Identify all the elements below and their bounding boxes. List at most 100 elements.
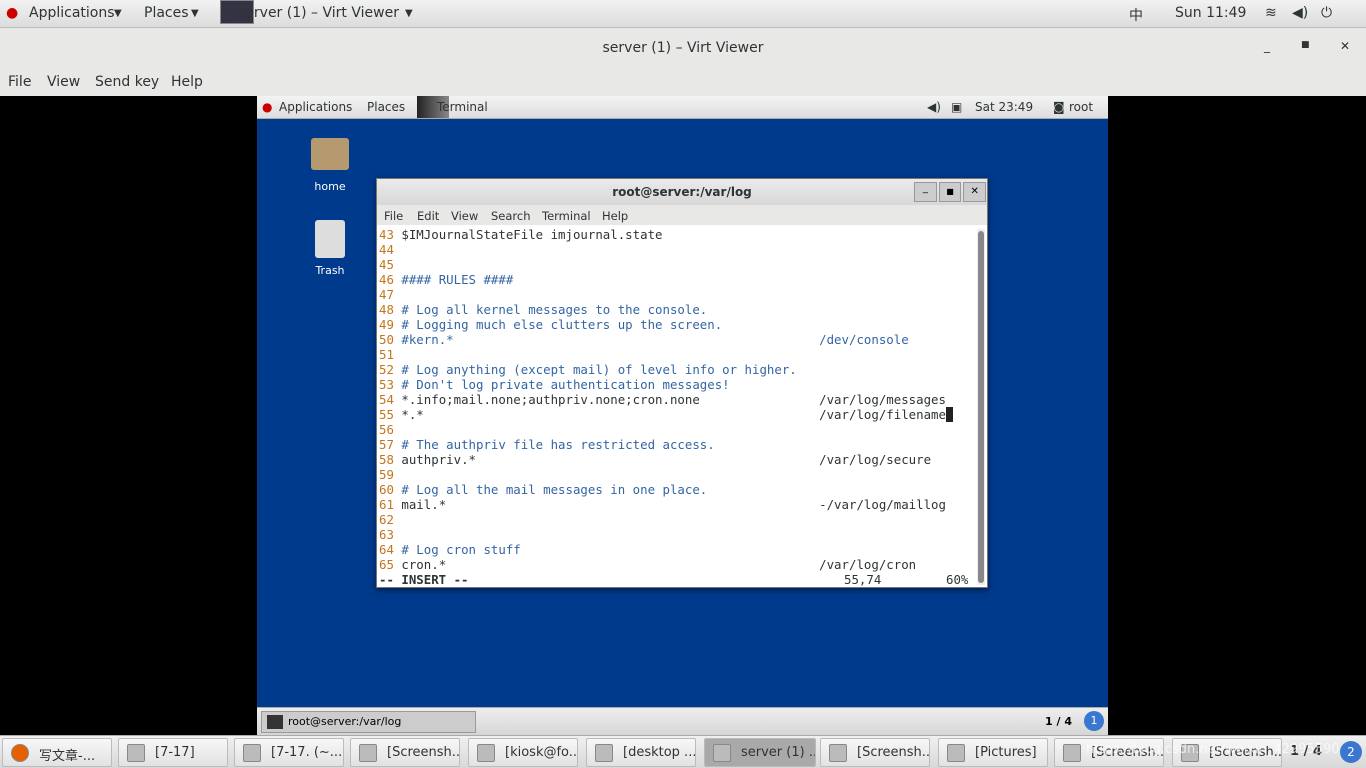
editor-line: 47	[379, 287, 975, 302]
taskbar-item-label: [kiosk@fo...	[505, 745, 578, 760]
taskbar-item[interactable]: [Screensh...	[1172, 738, 1282, 767]
window-menu[interactable]: server (1) – Virt Viewer	[238, 5, 399, 21]
volume-icon[interactable]: ◀)	[927, 100, 941, 114]
menu-help[interactable]: Help	[171, 74, 203, 90]
line-number: 65	[379, 557, 394, 572]
redhat-icon: ●	[6, 5, 19, 21]
app-icon	[477, 744, 495, 762]
minimize-button[interactable]: _	[1264, 39, 1270, 53]
taskbar-item[interactable]: [desktop ...	[586, 738, 696, 767]
line-text: # Don't log private authentication messa…	[401, 377, 730, 392]
taskbar-item[interactable]: [Screensh...	[820, 738, 930, 767]
menu-view[interactable]: View	[47, 74, 80, 90]
editor-line: 51	[379, 347, 975, 362]
desktop-icon-home[interactable]: home	[300, 138, 360, 193]
taskbar-item-label: [7-17. (~...	[271, 745, 343, 760]
vim-editor[interactable]: 43 $IMJournalStateFile imjournal.state 44…	[379, 227, 975, 587]
trash-icon	[315, 220, 345, 258]
cursor-position: 55,74	[844, 572, 882, 587]
menu-file[interactable]: File	[8, 74, 31, 90]
minimize-button[interactable]: _	[914, 182, 937, 202]
menu-send-key[interactable]: Send key	[95, 74, 159, 90]
taskbar-item[interactable]: 写文章-...	[2, 738, 112, 767]
taskbar-item-label: [desktop ...	[623, 745, 696, 760]
network-icon[interactable]: ▣	[951, 100, 962, 114]
workspace-indicator[interactable]: 1 / 4	[1045, 715, 1072, 728]
line-number: 60	[379, 482, 394, 497]
line-number: 55	[379, 407, 394, 422]
line-number: 45	[379, 257, 394, 272]
line-number: 48	[379, 302, 394, 317]
taskbar-item[interactable]: [Screensh...	[1054, 738, 1164, 767]
menu-help[interactable]: Help	[602, 209, 628, 223]
editor-line: 61 mail.* -/var/log/maillog	[379, 497, 975, 512]
taskbar-item-label: [Screensh...	[1091, 745, 1164, 760]
user-menu[interactable]: root	[1069, 100, 1093, 114]
guest-task-terminal[interactable]: root@server:/var/log	[261, 711, 476, 733]
scrollbar[interactable]	[977, 229, 985, 585]
taskbar-item[interactable]: [Pictures]	[938, 738, 1048, 767]
taskbar-item[interactable]: [7-17. (~...	[234, 738, 344, 767]
editor-line: 49 # Logging much else clutters up the s…	[379, 317, 975, 332]
editor-line: 48 # Log all kernel messages to the cons…	[379, 302, 975, 317]
line-number: 64	[379, 542, 394, 557]
taskbar-item-label: [Screensh...	[857, 745, 930, 760]
maximize-button[interactable]: ■	[938, 182, 962, 202]
close-button[interactable]: ✕	[963, 182, 987, 202]
menu-bar: File View Send key Help	[0, 68, 1366, 96]
guest-applications-menu[interactable]: Applications	[279, 100, 352, 114]
editor-line: 44	[379, 242, 975, 257]
guest-clock[interactable]: Sat 23:49	[975, 100, 1033, 114]
window-titlebar: server (1) – Virt Viewer _ ■ ✕	[0, 28, 1366, 68]
menu-view[interactable]: View	[451, 209, 478, 223]
line-number: 57	[379, 437, 394, 452]
editor-line: 56	[379, 422, 975, 437]
menu-edit[interactable]: Edit	[417, 209, 439, 223]
mode-indicator: -- INSERT --	[379, 572, 469, 587]
app-icon	[243, 744, 261, 762]
app-icon	[127, 744, 145, 762]
editor-line: 64 # Log cron stuff	[379, 542, 975, 557]
menu-terminal[interactable]: Terminal	[542, 209, 591, 223]
line-number: 59	[379, 467, 394, 482]
guest-places-menu[interactable]: Places	[367, 100, 405, 114]
clock[interactable]: Sun 11:49	[1175, 5, 1246, 21]
line-number: 61	[379, 497, 394, 512]
menu-file[interactable]: File	[384, 209, 403, 223]
applications-menu[interactable]: Applications	[29, 5, 115, 21]
input-method[interactable]: 中	[1129, 5, 1143, 25]
guest-display[interactable]: ● Applications Places Terminal ◀) ▣ Sat …	[257, 96, 1108, 735]
maximize-button[interactable]: ■	[1301, 40, 1310, 50]
taskbar-item[interactable]: [kiosk@fo...	[468, 738, 578, 767]
editor-line: 65 cron.* /var/log/cron	[379, 557, 975, 572]
power-icon[interactable]: ⏻	[1321, 5, 1332, 21]
host-top-bar: ● Applications ▼ Places ▼ server (1) – V…	[0, 0, 1366, 28]
close-button[interactable]: ✕	[1340, 39, 1350, 53]
app-icon	[1063, 744, 1081, 762]
editor-line: 58 authpriv.* /var/log/secure	[379, 452, 975, 467]
chevron-down-icon: ▼	[405, 8, 413, 19]
taskbar-item-label: [Screensh...	[1209, 745, 1282, 760]
desktop-icon-trash[interactable]: Trash	[300, 220, 360, 277]
taskbar-item[interactable]: [Screensh...	[350, 738, 460, 767]
wifi-icon[interactable]: ≋	[1265, 5, 1277, 21]
taskbar-item-label: server (1) ...	[741, 745, 816, 760]
user-icon: ◙	[1053, 100, 1065, 114]
taskbar-item[interactable]: [7-17]	[118, 738, 228, 767]
workspace-indicator[interactable]: 1 / 4	[1290, 744, 1322, 759]
editor-line: 62	[379, 512, 975, 527]
menu-search[interactable]: Search	[491, 209, 531, 223]
scroll-percent: 60%	[946, 572, 969, 587]
notification-icon[interactable]: 2	[1340, 741, 1362, 763]
line-number: 44	[379, 242, 394, 257]
line-text: authpriv.* /var/log/secure	[401, 452, 932, 467]
scrollbar-thumb[interactable]	[978, 231, 984, 583]
notification-icon[interactable]: 1	[1084, 711, 1104, 731]
places-menu[interactable]: Places	[144, 5, 189, 21]
volume-icon[interactable]: ◀)	[1292, 5, 1308, 21]
line-number: 56	[379, 422, 394, 437]
taskbar-item-label: 写文章-...	[39, 749, 96, 764]
editor-line: 63	[379, 527, 975, 542]
guest-window-menu[interactable]: Terminal	[437, 100, 488, 114]
taskbar-item[interactable]: server (1) ...	[704, 738, 816, 767]
